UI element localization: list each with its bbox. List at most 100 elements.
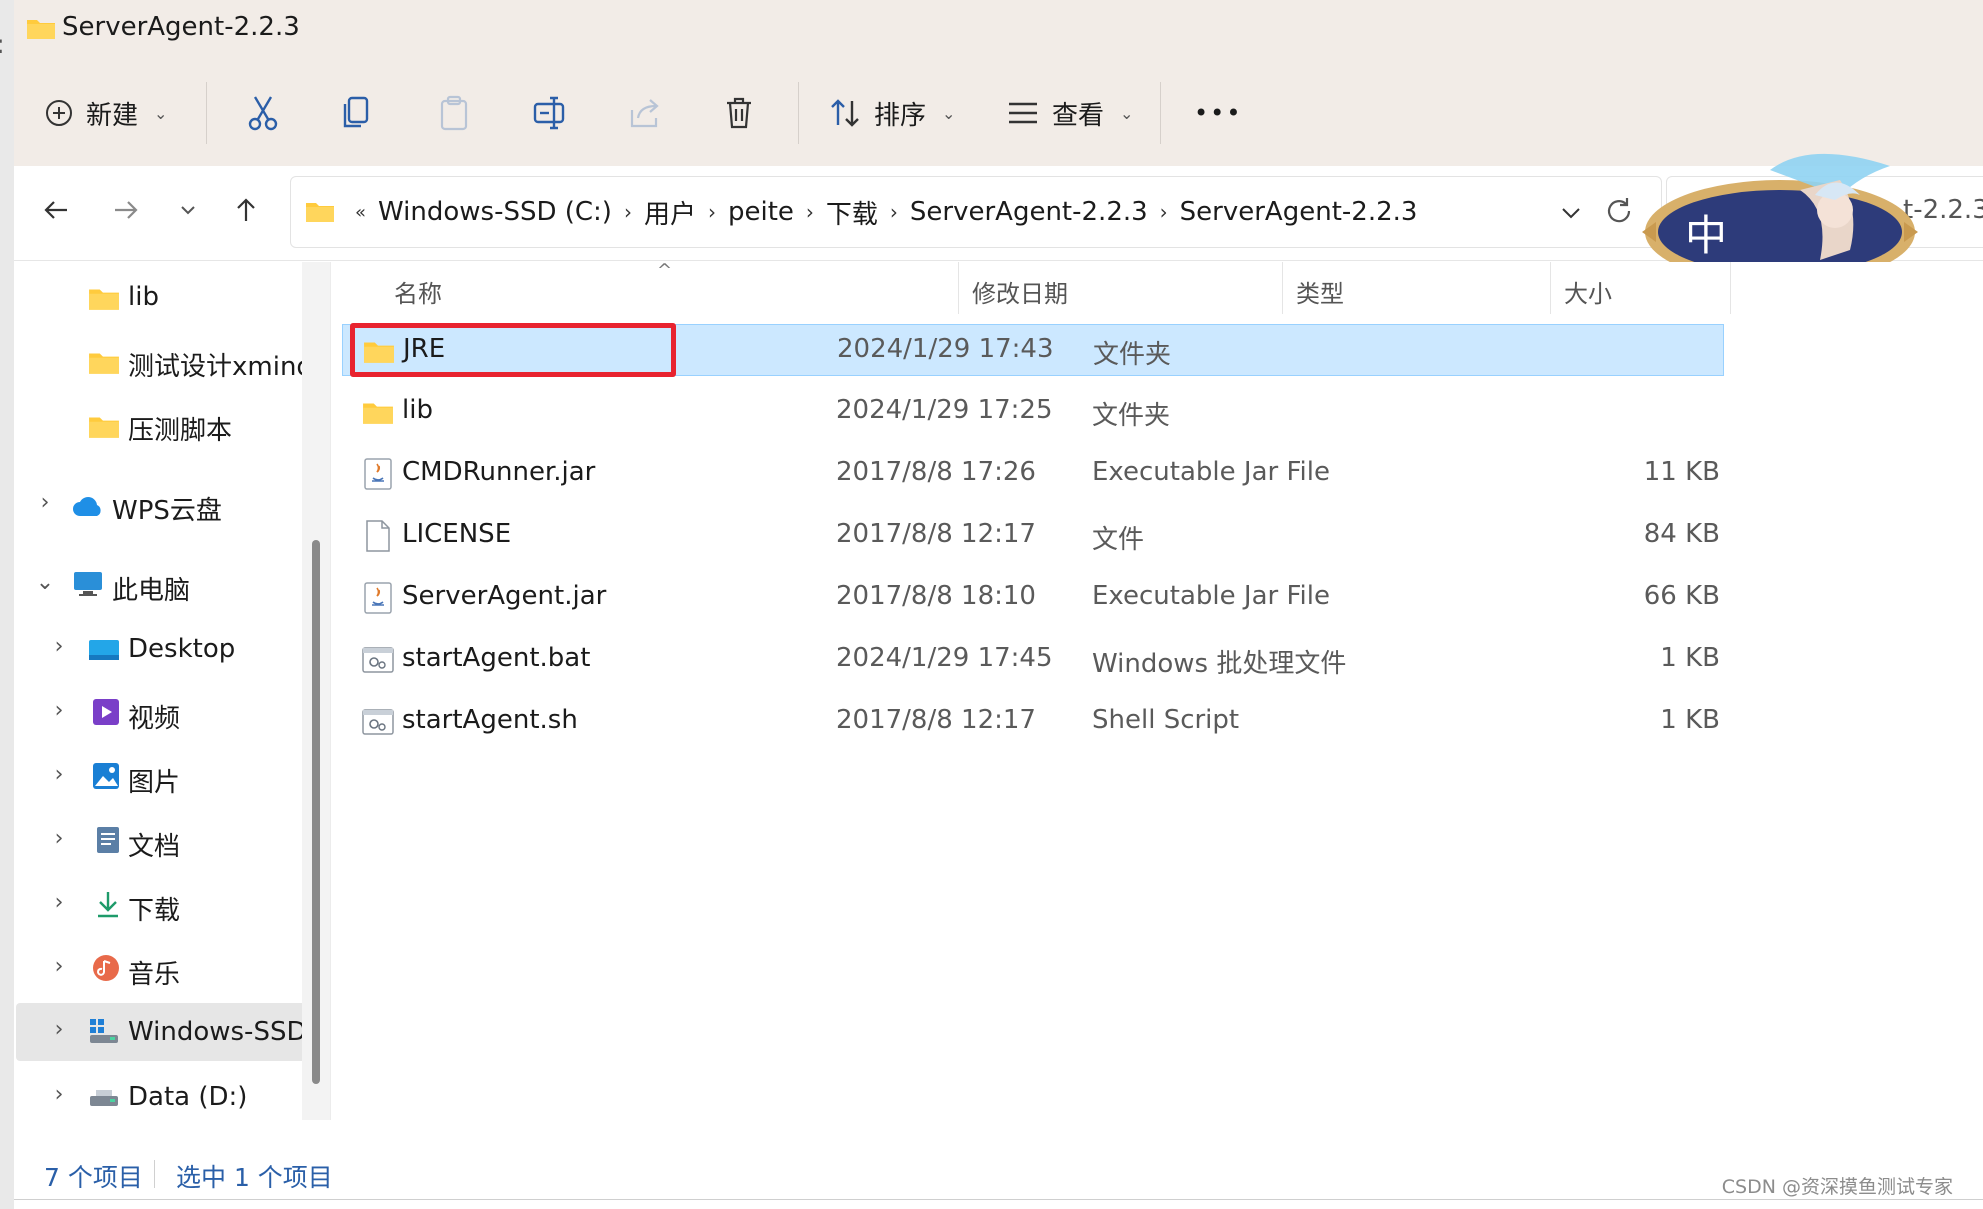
file-name: CMDRunner.jar	[402, 457, 596, 487]
copy-button[interactable]	[342, 90, 372, 136]
chevron-right-icon[interactable]: ›	[44, 698, 74, 723]
document-icon	[97, 827, 119, 853]
file-name: LICENSE	[402, 519, 512, 549]
column-header-row: ^ 名称 修改日期 类型 大小	[332, 260, 1732, 316]
file-name: ServerAgent.jar	[402, 581, 607, 611]
rename-icon	[533, 96, 565, 130]
view-button-label: 查看	[1052, 100, 1105, 131]
chevron-right-icon[interactable]: ›	[798, 200, 822, 224]
sort-button-label: 排序	[874, 100, 927, 131]
copy-icon	[343, 96, 369, 128]
sort-ascending-icon: ^	[657, 260, 673, 281]
navigation-pane	[14, 262, 324, 1120]
folder-icon	[89, 353, 119, 374]
column-header-size[interactable]: 大小	[1564, 274, 1612, 309]
download-icon	[98, 892, 118, 918]
file-row-serveragent-jar[interactable]: ServerAgent.jar 2017/8/8 18:10 Executabl…	[342, 572, 1724, 624]
chevron-right-icon[interactable]: ›	[882, 200, 906, 224]
cloud-icon	[73, 497, 101, 516]
sidebar-item-label: 图片	[128, 768, 181, 798]
batch-file-icon	[362, 647, 394, 673]
toolbar-divider	[798, 82, 799, 144]
file-type: Windows 批处理文件	[1092, 649, 1347, 679]
chevron-right-icon[interactable]: ›	[44, 634, 74, 659]
chevron-down-icon: ⌄	[942, 103, 956, 123]
file-date: 2024/1/29 17:25	[836, 395, 1053, 425]
chevron-right-icon[interactable]: ›	[1152, 200, 1176, 224]
column-header-name[interactable]: 名称	[394, 274, 442, 309]
more-icon: •••	[1194, 99, 1243, 127]
file-row-startagent-bat[interactable]: startAgent.bat 2024/1/29 17:45 Windows 批…	[342, 634, 1724, 686]
back-button[interactable]	[36, 190, 76, 230]
sidebar-item-label: lib	[128, 282, 159, 312]
chevron-right-icon[interactable]: ›	[44, 1082, 74, 1107]
paste-button[interactable]	[438, 90, 470, 136]
view-button[interactable]: 查看 ⌄	[1006, 90, 1133, 136]
chevron-down-icon[interactable]: ⌄	[30, 570, 60, 595]
share-button[interactable]	[628, 90, 662, 136]
file-row-lib[interactable]: lib 2024/1/29 17:25 文件夹	[342, 386, 1724, 438]
column-divider[interactable]	[958, 262, 959, 314]
file-size: 84 KB	[1643, 519, 1720, 549]
blank-file-icon	[366, 520, 390, 552]
cut-button[interactable]	[246, 90, 280, 136]
new-button[interactable]: 新建 ⌄	[44, 90, 167, 136]
breadcrumb-item[interactable]: 下载	[822, 194, 882, 231]
column-header-date[interactable]: 修改日期	[972, 274, 1068, 309]
badge-character: 中	[1685, 211, 1727, 260]
rename-button[interactable]	[532, 90, 568, 136]
sidebar-item-label: Windows-SSD	[128, 1017, 307, 1047]
sidebar-item-label: 此电脑	[112, 576, 191, 606]
status-bar: 7 个项目 选中 1 个项目	[14, 1150, 1983, 1198]
column-divider[interactable]	[1550, 262, 1551, 314]
chevron-right-icon[interactable]: ›	[44, 1017, 74, 1042]
chevron-right-icon[interactable]: ›	[44, 954, 74, 979]
breadcrumb-item[interactable]: ServerAgent-2.2.3	[1176, 197, 1422, 227]
file-name: startAgent.bat	[402, 643, 591, 673]
file-row-startagent-sh[interactable]: startAgent.sh 2017/8/8 12:17 Shell Scrip…	[342, 696, 1724, 748]
file-type: Executable Jar File	[1092, 581, 1330, 611]
file-type: Shell Script	[1092, 705, 1240, 735]
chevron-down-icon[interactable]	[1561, 207, 1581, 219]
sidebar-scrollbar-thumb[interactable]	[312, 540, 320, 1084]
sidebar-item-label: Desktop	[128, 634, 236, 664]
picture-icon	[93, 763, 119, 789]
recent-locations-button[interactable]	[168, 190, 208, 230]
chevron-right-icon[interactable]: ›	[30, 490, 60, 515]
arrow-right-icon	[115, 201, 138, 219]
sidebar-item-label: 测试设计xmind	[128, 352, 313, 382]
background-window-edge: :	[0, 0, 14, 1209]
pane-divider[interactable]	[330, 262, 331, 1120]
folder-icon	[89, 289, 119, 310]
breadcrumb-item[interactable]: 用户	[640, 194, 700, 231]
column-divider[interactable]	[1282, 262, 1283, 314]
sidebar-item-label: 下载	[128, 896, 181, 926]
breadcrumb-item[interactable]: ServerAgent-2.2.3	[906, 197, 1152, 227]
sort-button[interactable]: 排序 ⌄	[828, 90, 955, 136]
column-header-type[interactable]: 类型	[1296, 274, 1344, 309]
breadcrumb-item[interactable]: peite	[724, 197, 798, 227]
more-options-button[interactable]: •••	[1194, 90, 1242, 136]
desktop-icon	[89, 640, 119, 660]
forward-button[interactable]	[106, 190, 146, 230]
address-bar[interactable]: « Windows-SSD (C:) › 用户 › peite › 下载 › S…	[290, 176, 1662, 248]
chevron-right-icon[interactable]: ›	[616, 200, 640, 224]
folder-icon	[27, 20, 55, 39]
chevron-right-icon[interactable]: ›	[44, 762, 74, 787]
breadcrumb-overflow[interactable]: «	[347, 202, 374, 223]
file-explorer-window: ServerAgent-2.2.3 新建 ⌄ 排序 ⌄ 查看 ⌄ ••• « W…	[14, 0, 1983, 1200]
chevron-right-icon[interactable]: ›	[700, 200, 724, 224]
chevron-down-icon	[181, 206, 195, 215]
file-row-cmdrunner[interactable]: CMDRunner.jar 2017/8/8 17:26 Executable …	[342, 448, 1724, 500]
title-bar: ServerAgent-2.2.3	[14, 0, 1983, 60]
up-button[interactable]	[226, 190, 266, 230]
breadcrumb-item[interactable]: Windows-SSD (C:)	[374, 197, 616, 227]
chevron-right-icon[interactable]: ›	[44, 826, 74, 851]
file-row-license[interactable]: LICENSE 2017/8/8 12:17 文件 84 KB	[342, 510, 1724, 562]
chevron-right-icon[interactable]: ›	[44, 890, 74, 915]
file-date: 2024/1/29 17:43	[837, 334, 1054, 364]
delete-button[interactable]	[724, 90, 754, 136]
arrow-up-icon	[237, 198, 255, 221]
column-divider[interactable]	[1730, 262, 1731, 314]
file-date: 2017/8/8 12:17	[836, 519, 1036, 549]
